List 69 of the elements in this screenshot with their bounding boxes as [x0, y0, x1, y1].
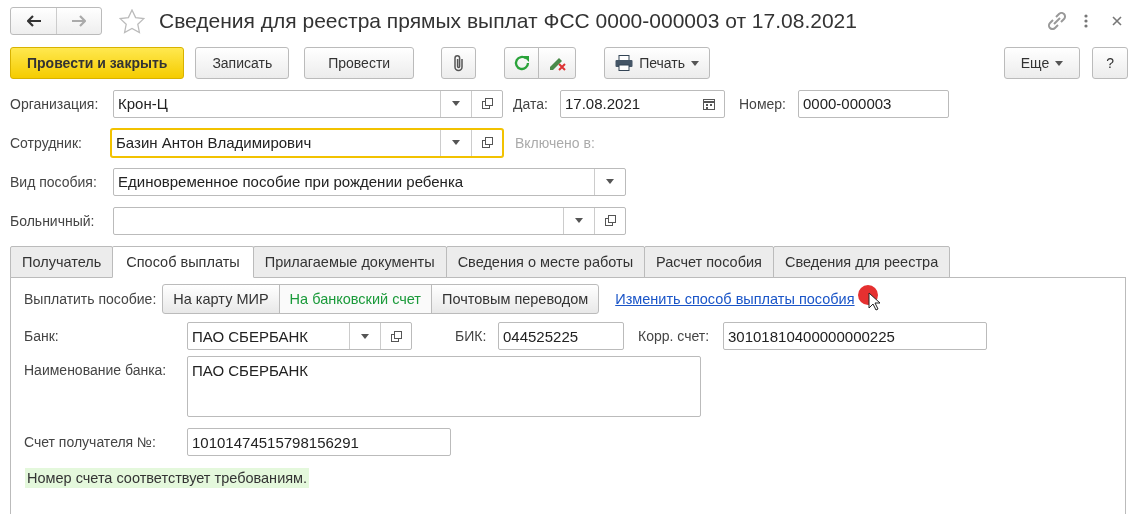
dropdown-icon: [452, 101, 460, 106]
validation-message: Номер счета соответствует требованиям.: [25, 468, 310, 488]
field-label: Включено в:: [515, 134, 595, 151]
back-arrow-icon: [26, 15, 41, 27]
paperclip-icon: [451, 54, 466, 72]
forward-arrow-icon: [72, 15, 86, 27]
tab[interactable]: Расчет пособия: [644, 246, 774, 278]
print-button[interactable]: Печать: [604, 47, 710, 79]
refresh-icon: [512, 54, 531, 72]
change-payment-link[interactable]: Изменить способ выплаты пособия: [615, 291, 855, 307]
clear-button[interactable]: [538, 47, 577, 79]
more-menu-button[interactable]: Еще: [1003, 47, 1081, 79]
more-icon: [1084, 14, 1088, 28]
calendar-icon: [702, 97, 715, 110]
benefit-type-field[interactable]: Единовременное пособие при рождении ребенка: [113, 167, 626, 196]
field-label: Выплатить пособие:: [24, 291, 157, 307]
date-field[interactable]: 17.08.2021: [560, 89, 725, 118]
corr-account-field[interactable]: 30101810400000000225: [723, 322, 987, 350]
open-icon: [481, 98, 493, 109]
bank-field[interactable]: ПАО СБЕРБАНК: [187, 322, 412, 350]
open-icon: [604, 215, 616, 226]
field-label: Больничный:: [10, 212, 96, 229]
field-label: Счет получателя №:: [24, 434, 157, 450]
field-label: Банк:: [24, 328, 60, 344]
open-icon: [481, 137, 493, 148]
attach-button[interactable]: [441, 47, 477, 79]
dropdown-icon: [606, 179, 614, 184]
dropdown-icon: [361, 333, 369, 339]
sick-leave-field[interactable]: [113, 206, 626, 235]
payment-option[interactable]: Почтовым переводом: [431, 284, 600, 314]
refresh-button[interactable]: [504, 47, 540, 79]
dropdown-icon: [452, 140, 460, 145]
field-label: Вид пособия:: [10, 173, 98, 190]
post-and-close-button[interactable]: Провести и закрыть: [10, 47, 185, 79]
dropdown-icon: [1055, 60, 1064, 66]
field-label: БИК:: [455, 328, 488, 344]
field-label: Сотрудник:: [10, 134, 83, 151]
star-icon: [119, 8, 145, 34]
dropdown-icon: [691, 60, 699, 66]
payment-option[interactable]: На банковский счет: [278, 284, 432, 314]
bank-name-field[interactable]: ПАО СБЕРБАНК: [187, 356, 701, 417]
toolbar-button[interactable]: Записать: [195, 47, 290, 79]
printer-icon: [615, 55, 634, 71]
toolbar-button[interactable]: Провести: [304, 47, 415, 79]
window-title: Сведения для реестра прямых выплат ФСС 0000-000003 от 17.08.2021: [159, 9, 858, 33]
tab[interactable]: Прилагаемые документы: [252, 246, 447, 278]
organization-field[interactable]: Крон-Ц: [113, 89, 503, 118]
link-button[interactable]: [1048, 12, 1066, 30]
tab[interactable]: Сведения для реестра: [772, 246, 951, 278]
help-button[interactable]: ?: [1092, 47, 1128, 79]
link-icon: [1048, 12, 1066, 30]
field-label: Организация:: [10, 95, 100, 112]
dropdown-icon: [575, 218, 583, 223]
close-icon: [1112, 16, 1122, 26]
account-field[interactable]: 10101474515798156291: [187, 428, 451, 456]
field-label: Дата:: [513, 95, 549, 112]
tab[interactable]: Получатель: [10, 246, 114, 278]
tab[interactable]: Сведения о месте работы: [445, 246, 646, 278]
number-field[interactable]: 0000-000003: [798, 89, 949, 118]
payment-option[interactable]: На карту МИР: [162, 284, 280, 314]
more-button[interactable]: [1084, 14, 1088, 28]
field-label: Корр. счет:: [638, 328, 711, 344]
field-label: Номер:: [739, 95, 787, 112]
close-button[interactable]: [1112, 16, 1122, 26]
tab[interactable]: Способ выплаты: [112, 246, 254, 278]
field-label: Наименование банка:: [24, 362, 168, 378]
employee-field[interactable]: Базин Антон Владимирович: [111, 128, 503, 157]
bik-field[interactable]: 044525225: [498, 322, 624, 350]
open-icon: [390, 330, 402, 342]
